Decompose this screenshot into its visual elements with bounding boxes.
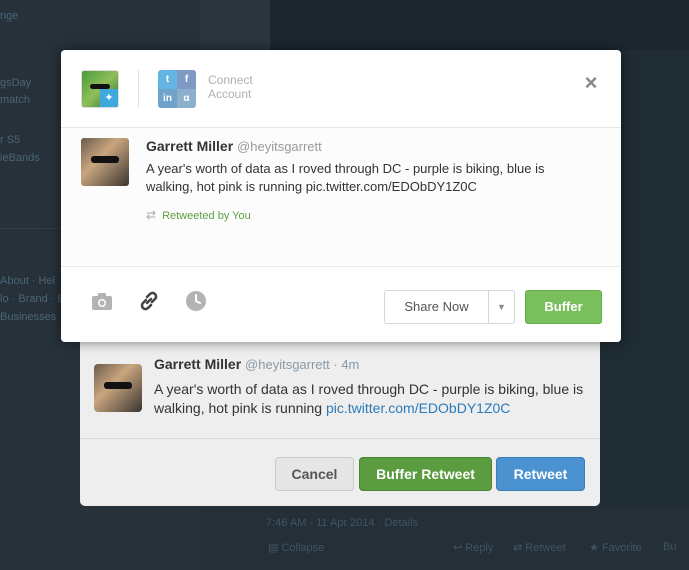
camera-icon[interactable] — [90, 289, 114, 313]
avatar — [81, 138, 129, 186]
header-divider — [138, 70, 139, 108]
retweeted-status: ⇄ Retweeted by You — [146, 208, 251, 222]
retweet-dialog: Garrett Miller @heyitsgarrett · 4m A yea… — [80, 334, 600, 506]
background-timestamp: 7:46 AM - 11 Apr 2014 · Details — [266, 517, 419, 529]
tweet-author-handle: @heyitsgarrett · 4m — [245, 357, 360, 372]
retweet-icon: ⇄ — [146, 208, 157, 222]
connect-account-link[interactable]: Connect Account — [208, 73, 278, 101]
tweet-author-handle: @heyitsgarrett — [237, 139, 322, 154]
tweet-pic-link[interactable]: pic.twitter.com/EDObDY1Z0C — [326, 400, 510, 416]
background-trend-item: ieBands — [0, 152, 40, 164]
background-retweet-action: ⇄ Retweet — [513, 542, 566, 554]
tweet-author: Garrett Miller @heyitsgarrett — [146, 138, 322, 154]
buffer-retweet-button[interactable]: Buffer Retweet — [359, 457, 492, 491]
twitter-bird-icon: ✦ — [100, 89, 118, 107]
tweet-composer[interactable]: Garrett Miller @heyitsgarrett A year's w… — [61, 128, 621, 266]
connect-account-icon[interactable]: t f in α — [158, 70, 196, 108]
background-trend-item: r S5 — [0, 134, 21, 146]
background-trend-item: nge — [0, 10, 19, 22]
appnet-icon: α — [177, 89, 196, 108]
share-now-button[interactable]: Share Now — [384, 290, 489, 324]
background-footer-link: Businesses — [0, 311, 57, 323]
background-more-action: Bu — [663, 541, 677, 553]
chevron-down-icon[interactable]: ▼ — [488, 290, 515, 324]
background-collapse-link: ▤ Collapse — [268, 542, 325, 554]
background-trend-item: gsDay — [0, 77, 32, 89]
clock-icon[interactable] — [184, 289, 208, 313]
retweet-button[interactable]: Retweet — [496, 457, 585, 491]
tweet-text: A year's worth of data as I roved throug… — [146, 161, 545, 194]
buffer-modal: ✦ t f in α Connect Account × Garrett Mil… — [61, 50, 621, 342]
buffer-modal-header: ✦ t f in α Connect Account × — [61, 50, 621, 128]
background-footer-link: About · Hel — [0, 275, 56, 287]
twitter-account-avatar[interactable]: ✦ — [81, 70, 119, 108]
facebook-icon: f — [177, 70, 196, 89]
background-footer-link: lo · Brand · B — [0, 293, 65, 305]
background-tweet-footer — [200, 505, 689, 570]
tweet-text: A year's worth of data as I roved throug… — [154, 381, 584, 416]
background-reply-action: ↩ Reply — [453, 542, 494, 554]
cancel-button[interactable]: Cancel — [275, 457, 354, 491]
tweet-author-name: Garrett Miller — [154, 356, 242, 372]
link-icon[interactable] — [137, 289, 161, 313]
tweet-author: Garrett Miller @heyitsgarrett · 4m — [154, 356, 359, 372]
tweet-author-name: Garrett Miller — [146, 138, 234, 154]
close-icon[interactable]: × — [580, 72, 602, 94]
buffer-modal-footer: Share Now ▼ Buffer — [61, 266, 621, 342]
avatar — [94, 364, 142, 412]
divider — [80, 438, 600, 439]
twitter-icon: t — [158, 70, 177, 89]
buffer-button[interactable]: Buffer — [525, 290, 602, 324]
background-favorite-action: ★ Favorite — [589, 542, 642, 554]
linkedin-icon: in — [158, 89, 177, 108]
background-trend-item: match — [0, 94, 30, 106]
